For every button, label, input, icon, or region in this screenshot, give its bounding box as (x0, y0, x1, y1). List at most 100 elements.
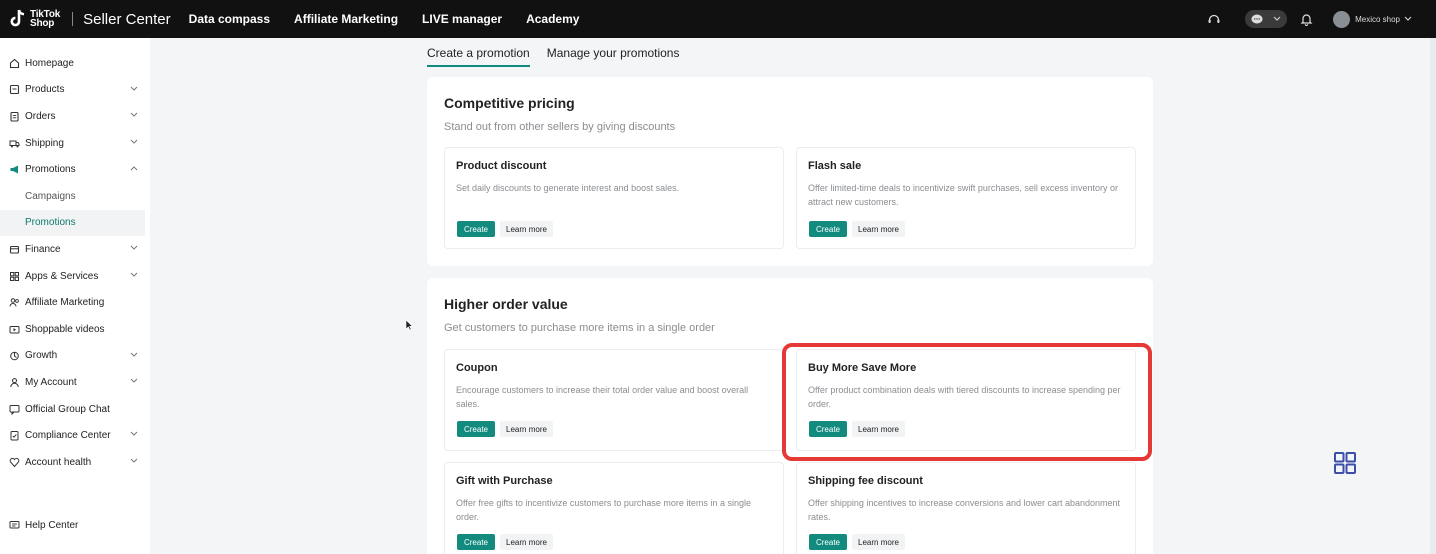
section-subtitle: Stand out from other sellers by giving d… (444, 121, 676, 133)
promotion-tabs: Create a promotion Manage your promotion… (427, 46, 696, 67)
learn-more-button[interactable]: Learn more (500, 534, 553, 550)
sidebar-item-homepage[interactable]: Homepage (0, 50, 150, 77)
sidebar-item-products[interactable]: Products (0, 77, 150, 104)
sidebar-item-label: Finance (25, 243, 61, 255)
sidebar-item-account-health[interactable]: Account health (0, 449, 150, 476)
sidebar-item-growth[interactable]: Growth (0, 343, 150, 370)
bell-icon[interactable] (1297, 10, 1315, 28)
scrollbar[interactable] (1430, 38, 1436, 554)
section-subtitle: Get customers to purchase more items in … (444, 322, 715, 334)
learn-more-button[interactable]: Learn more (852, 534, 905, 550)
chevron-down-icon (1273, 16, 1281, 21)
learn-more-button[interactable]: Learn more (852, 221, 905, 237)
sidebar-item-label: Compliance Center (25, 430, 111, 442)
learn-more-button[interactable]: Learn more (852, 421, 905, 437)
learn-more-button[interactable]: Learn more (500, 421, 553, 437)
nav-academy[interactable]: Academy (526, 12, 579, 26)
sidebar-item-label: Affiliate Marketing (25, 297, 105, 309)
tiktok-shop-logo[interactable]: TikTok Shop (9, 8, 60, 30)
sidebar-item-finance[interactable]: Finance (0, 236, 150, 263)
logo-divider (72, 12, 74, 26)
sidebar-item-label: Promotions (25, 164, 76, 176)
card-description: Offer limited-time deals to incentivize … (808, 183, 1118, 207)
avatar[interactable] (1333, 10, 1351, 28)
sidebar-item-shipping[interactable]: Shipping (0, 130, 150, 157)
sidebar-item-label: Apps & Services (25, 270, 99, 282)
sidebar-item-orders[interactable]: Orders (0, 103, 150, 130)
box-icon (9, 84, 20, 95)
section-title: Competitive pricing (444, 95, 575, 111)
tab-manage-promotions[interactable]: Manage your promotions (547, 46, 680, 67)
sidebar-item-label: Official Group Chat (25, 403, 110, 415)
card-title: Gift with Purchase (456, 475, 553, 487)
sidebar-item-label: Products (25, 84, 65, 96)
support-icon[interactable] (1205, 10, 1223, 28)
tab-create-promotion[interactable]: Create a promotion (427, 46, 530, 67)
sidebar-item-label: Homepage (25, 57, 74, 69)
create-button[interactable]: Create (457, 221, 495, 237)
chevron-down-icon (130, 272, 138, 277)
clipboard-icon (9, 111, 20, 122)
home-icon (9, 58, 20, 69)
top-bar: TikTok Shop Seller Center Data compass A… (0, 0, 1436, 38)
sidebar-item-official-group-chat[interactable]: Official Group Chat (0, 396, 150, 423)
card-description: Encourage customers to increase their to… (456, 385, 749, 409)
sidebar-item-promotions-sub[interactable]: Promotions (0, 209, 145, 237)
card-title: Flash sale (808, 160, 862, 172)
sidebar-item-shoppable-videos[interactable]: Shoppable videos (0, 316, 150, 343)
chevron-down-icon (130, 378, 138, 383)
card-product-discount: Product discount Set daily discounts to … (444, 147, 784, 249)
sidebar-item-help-center[interactable]: Help Center (0, 512, 150, 539)
create-button[interactable]: Create (809, 221, 847, 237)
sidebar-item-label: Growth (25, 350, 58, 362)
nav-live-manager[interactable]: LIVE manager (422, 12, 502, 26)
sidebar-item-label: My Account (25, 376, 77, 388)
sidebar-item-label: Orders (25, 110, 56, 122)
chevron-down-icon (130, 112, 138, 117)
mouse-cursor-icon (405, 318, 413, 336)
nav-data-compass[interactable]: Data compass (189, 12, 270, 26)
chevron-down-icon (130, 139, 138, 144)
create-button[interactable]: Create (809, 421, 847, 437)
card-description: Offer free gifts to incentivize customer… (456, 498, 751, 522)
chevron-down-icon[interactable] (1404, 16, 1412, 22)
sidebar-item-promotions[interactable]: Promotions (0, 156, 150, 183)
chevron-up-icon (130, 166, 138, 171)
megaphone-icon (9, 164, 20, 175)
card-shipping-fee-discount: Shipping fee discount Offer shipping inc… (796, 462, 1136, 554)
chevron-down-icon (130, 352, 138, 357)
truck-icon (9, 138, 20, 149)
card-title: Buy More Save More (808, 362, 917, 374)
logo-line-2: Shop (30, 18, 55, 29)
card-title: Product discount (456, 160, 547, 172)
shop-name[interactable]: Mexico shop (1355, 15, 1400, 24)
video-icon (9, 324, 20, 335)
learn-more-button[interactable]: Learn more (500, 221, 553, 237)
sidebar-item-apps-services[interactable]: Apps & Services (0, 263, 150, 290)
card-description: Set daily discounts to generate interest… (456, 183, 680, 193)
section-higher-order-value: Higher order value Get customers to purc… (427, 278, 1153, 554)
chevron-down-icon (130, 431, 138, 437)
wallet-icon (9, 244, 20, 255)
chat-icon (9, 404, 20, 415)
help-chat-icon (9, 520, 20, 531)
sidebar-item-campaigns[interactable]: Campaigns (0, 183, 150, 210)
messages-dropdown[interactable] (1245, 10, 1288, 28)
card-description: Offer shipping incentives to increase co… (808, 498, 1121, 522)
create-button[interactable]: Create (457, 534, 495, 550)
sidebar-item-label: Shoppable videos (25, 323, 105, 335)
growth-icon (9, 350, 20, 361)
section-title: Higher order value (444, 296, 568, 312)
nav-affiliate-marketing[interactable]: Affiliate Marketing (294, 12, 398, 26)
create-button[interactable]: Create (809, 534, 847, 550)
create-button[interactable]: Create (457, 421, 495, 437)
card-buy-more-save-more: Buy More Save More Offer product combina… (796, 349, 1136, 451)
grid-icon[interactable] (1333, 451, 1357, 475)
compliance-icon (9, 430, 20, 441)
sidebar-item-affiliate-marketing[interactable]: Affiliate Marketing (0, 289, 150, 316)
sidebar-item-compliance-center[interactable]: Compliance Center (0, 422, 150, 449)
tiktok-logo-icon (9, 8, 27, 30)
card-description: Offer product combination deals with tie… (808, 385, 1121, 409)
seller-center-title[interactable]: Seller Center (83, 11, 171, 28)
sidebar-item-my-account[interactable]: My Account (0, 369, 150, 396)
